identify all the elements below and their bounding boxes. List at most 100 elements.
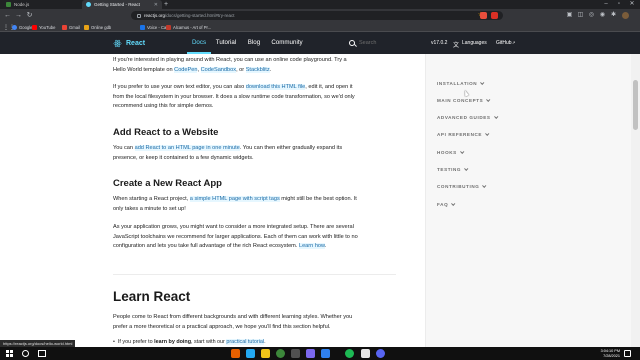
discord-icon[interactable] — [376, 349, 385, 358]
extension-icon[interactable]: ◎ — [587, 11, 596, 20]
notifications-icon[interactable] — [624, 350, 631, 357]
chevron-down-icon — [480, 80, 485, 85]
search-input[interactable] — [359, 40, 419, 46]
clock[interactable]: 3:04:10 PM 7/28/2021 — [584, 347, 620, 360]
maximize-icon[interactable]: ▫ — [613, 0, 625, 9]
url-text: reactjs.org/docs/getting-started.html#tr… — [144, 13, 235, 18]
search-box — [349, 32, 419, 54]
logo-text: React — [126, 39, 146, 47]
chevron-down-icon — [451, 201, 456, 206]
address-bar[interactable]: reactjs.org/docs/getting-started.html#tr… — [131, 11, 503, 20]
bookmarks-bar: ⋮⋮ Google YouTube Gmail Online gdb Voice… — [0, 22, 640, 32]
external-link-icon: ↗ — [512, 40, 516, 45]
learn-how-link[interactable]: Learn how — [298, 243, 325, 250]
windows-start-icon[interactable] — [6, 350, 13, 357]
bookmark-item[interactable]: Gmail — [62, 22, 80, 32]
sidebar-item-main-concepts[interactable]: MAIN CONCEPTS — [437, 97, 491, 103]
heading-create-app: Create a New React App — [113, 178, 222, 189]
chevron-down-icon — [486, 97, 491, 102]
app-icon[interactable] — [321, 349, 330, 358]
bookmark-item[interactable]: Google — [12, 22, 33, 32]
chrome-icon[interactable] — [276, 349, 285, 358]
puzzle-icon[interactable]: ✱ — [609, 11, 618, 20]
extension-badge-icon[interactable] — [480, 12, 487, 19]
reload-icon[interactable]: ↻ — [25, 11, 34, 20]
google-icon — [12, 24, 17, 30]
add-react-link[interactable]: add React to an HTML page in one minute — [134, 145, 240, 151]
back-icon[interactable]: ← — [3, 11, 12, 20]
forward-icon[interactable]: → — [14, 11, 23, 20]
codesandbox-link[interactable]: CodeSandbox — [200, 66, 237, 73]
tab-react[interactable]: Getting Started - React ✕ — [82, 0, 162, 9]
main-content: If you're interested in playing around w… — [0, 54, 425, 347]
new-tab-button[interactable]: + — [164, 0, 168, 9]
bookmark-item[interactable]: Alcamus - Art of Pr... — [166, 22, 211, 32]
onlinegdb-icon — [84, 24, 89, 30]
list-item: • If you prefer to learn by doing, start… — [113, 339, 266, 345]
sidebar-item-api-reference[interactable]: API REFERENCE — [437, 131, 490, 137]
vscode-icon[interactable] — [246, 349, 255, 358]
translate-icon: 文 — [453, 43, 460, 49]
stackblitz-link[interactable]: Stackblitz — [245, 66, 270, 73]
react-favicon-icon — [86, 2, 91, 7]
minimize-icon[interactable]: – — [600, 0, 612, 9]
nav-community[interactable]: Community — [270, 32, 304, 54]
sidebar-item-hooks[interactable]: HOOKS — [437, 149, 465, 155]
nodejs-favicon-icon — [6, 2, 11, 7]
alcamus-icon — [166, 24, 171, 30]
paragraph-html-file: If you prefer to use your own text edito… — [113, 84, 355, 110]
paragraph-toolchains: As your application grows, you might wan… — [113, 224, 358, 250]
practical-tutorial-link[interactable]: practical tutorial — [226, 339, 265, 345]
notepad-icon[interactable] — [361, 349, 370, 358]
paragraph-add-react: You can add React to an HTML page in one… — [113, 145, 343, 161]
heading-add-react: Add React to a Website — [113, 127, 219, 138]
chevron-down-icon — [493, 114, 498, 119]
warning-extension-icon[interactable] — [491, 12, 498, 19]
file-explorer-icon[interactable] — [261, 349, 270, 358]
heading-learn-react: Learn React — [113, 289, 191, 304]
voice-icon — [140, 24, 145, 30]
extension-icon[interactable]: ◉ — [598, 11, 607, 20]
youtube-icon — [32, 24, 37, 30]
app-icon[interactable] — [306, 349, 315, 358]
brave-browser-icon[interactable] — [231, 349, 240, 358]
paragraph-simple-page: When starting a React project, a simple … — [113, 196, 357, 212]
tab-nodejs[interactable]: Node.js — [2, 0, 82, 9]
chevron-down-icon — [485, 131, 490, 136]
spotify-icon[interactable] — [345, 349, 354, 358]
paragraph-learn: People come to React from different back… — [113, 314, 353, 330]
terminal-icon[interactable] — [291, 349, 300, 358]
nav-blog[interactable]: Blog — [244, 32, 264, 54]
taskbar: 3:04:10 PM 7/28/2021 — [0, 347, 640, 360]
sidebar-item-installation[interactable]: INSTALLATION — [437, 80, 485, 86]
scrollbar-thumb[interactable] — [633, 80, 638, 130]
lock-icon — [137, 13, 141, 18]
status-url: https://reactjs.org/docs/hello-world.htm… — [0, 340, 76, 347]
chevron-down-icon — [482, 183, 487, 188]
codepen-link[interactable]: CodePen — [174, 66, 198, 73]
site-header: React Docs Tutorial Blog Community v17.0… — [0, 32, 640, 54]
bookmark-item[interactable]: YouTube — [32, 22, 55, 32]
docs-sidebar: INSTALLATION MAIN CONCEPTS ADVANCED GUID… — [425, 54, 631, 347]
tab-strip: Node.js Getting Started - React ✕ + – ▫ … — [0, 0, 640, 9]
sidebar-item-faq[interactable]: FAQ — [437, 201, 456, 207]
close-window-icon[interactable]: ✕ — [626, 0, 638, 9]
extension-icon[interactable]: ▣ — [565, 11, 574, 20]
nav-tutorial[interactable]: Tutorial — [214, 32, 238, 54]
sidebar-item-advanced-guides[interactable]: ADVANCED GUIDES — [437, 114, 498, 120]
version-link[interactable]: v17.0.2 — [431, 32, 447, 54]
react-logo[interactable]: React — [113, 32, 145, 54]
task-view-icon[interactable] — [38, 350, 46, 357]
github-link[interactable]: GitHub — [496, 32, 512, 54]
languages-link[interactable]: Languages — [462, 32, 487, 54]
simple-html-link[interactable]: a simple HTML page with script tags — [189, 196, 280, 202]
close-tab-icon[interactable]: ✕ — [154, 2, 158, 8]
nav-docs[interactable]: Docs — [187, 32, 211, 54]
download-html-link[interactable]: download this HTML file — [245, 84, 306, 90]
sidebar-item-contributing[interactable]: CONTRIBUTING — [437, 183, 487, 189]
profile-avatar[interactable] — [622, 12, 629, 19]
search-icon[interactable] — [22, 350, 29, 357]
sidebar-item-testing[interactable]: TESTING — [437, 166, 469, 172]
bookmark-item[interactable]: Online gdb — [84, 22, 111, 32]
extension-icon[interactable]: ◫ — [576, 11, 585, 20]
